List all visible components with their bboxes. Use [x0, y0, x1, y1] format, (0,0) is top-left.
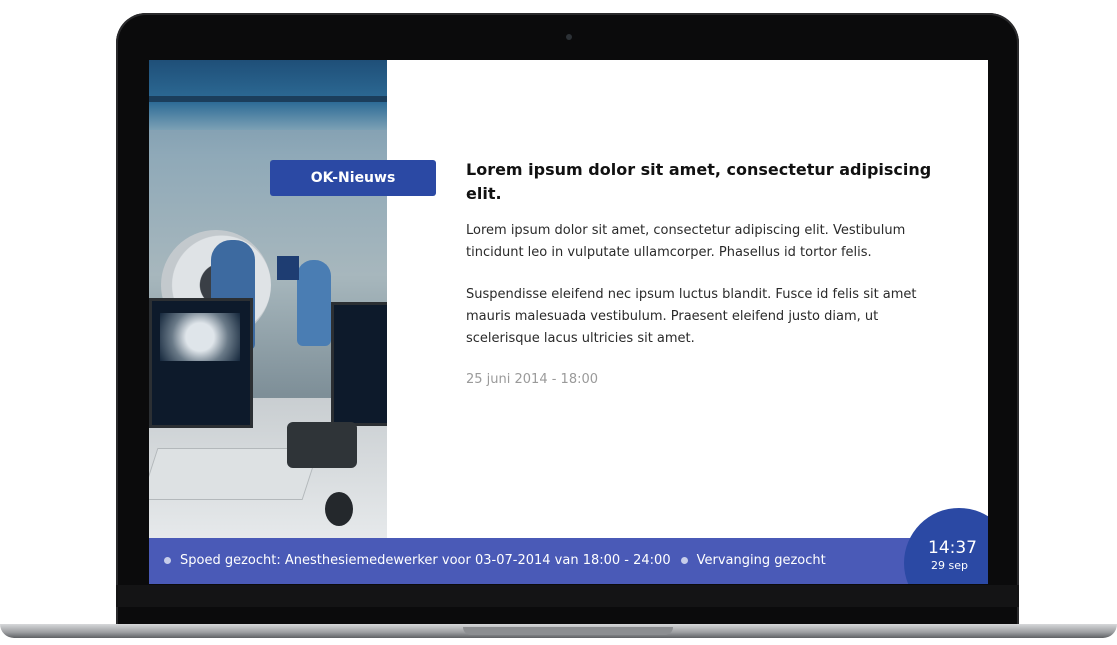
bullet-icon — [680, 557, 688, 564]
clock-date: 29 sep — [931, 559, 968, 572]
scan-monitor — [149, 298, 253, 428]
ticker-item-text: Vervanging gezocht — [696, 553, 826, 568]
news-article: Lorem ipsum dolor sit amet, consectetur … — [466, 158, 936, 390]
camera-icon — [566, 34, 572, 40]
wall-monitor — [277, 256, 299, 280]
ticker-item: Spoed gezocht: Anesthesiemedewerker voor… — [164, 553, 671, 568]
clock-badge: 14:37 29 sep — [904, 508, 988, 584]
display-screen: OK-Nieuws Lorem ipsum dolor sit amet, co… — [149, 60, 988, 584]
computer-mouse — [325, 492, 353, 526]
bullet-icon — [164, 557, 171, 564]
article-paragraph: Lorem ipsum dolor sit amet, consectetur … — [466, 223, 906, 260]
section-badge: OK-Nieuws — [270, 160, 436, 196]
scan-monitor — [331, 302, 387, 426]
news-ticker: ‹ Spoed gezocht: Anesthesiemedewerker vo… — [149, 538, 988, 584]
ticker-arrow-icon: ‹ — [149, 553, 150, 568]
ticker-item: Vervanging gezocht — [680, 553, 826, 568]
laptop-bezel — [116, 585, 1019, 607]
article-date: 25 juni 2014 - 18:00 — [466, 372, 599, 387]
ticker-track: Spoed gezocht: Anesthesiemedewerker voor… — [164, 553, 836, 568]
staff-member — [297, 260, 331, 346]
article-title: Lorem ipsum dolor sit amet, consectetur … — [466, 160, 932, 203]
photo-ceiling — [149, 60, 387, 130]
desk-phone — [287, 422, 357, 468]
clock-time: 14:37 — [928, 538, 977, 558]
laptop-notch — [463, 627, 673, 635]
article-paragraph: Suspendisse eleifend nec ipsum luctus bl… — [466, 287, 917, 346]
hospital-photo — [149, 60, 387, 538]
photo-window-frame — [149, 96, 387, 102]
ticker-item-text: Spoed gezocht: Anesthesiemedewerker voor… — [180, 553, 671, 568]
